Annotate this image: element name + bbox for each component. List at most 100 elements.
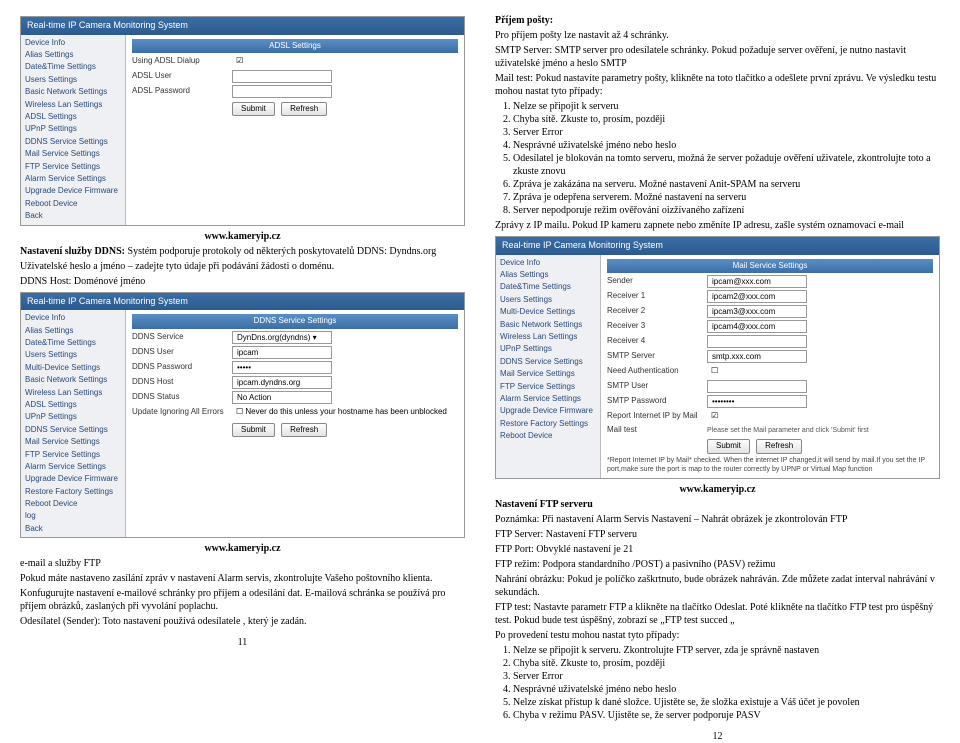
sidebar-item[interactable]: Alarm Service Settings bbox=[21, 173, 125, 185]
sidebar-item[interactable]: Users Settings bbox=[21, 349, 125, 361]
refresh-button[interactable]: Refresh bbox=[281, 423, 327, 437]
sidebar-item[interactable]: Back bbox=[21, 210, 125, 222]
field-input[interactable]: ☐ bbox=[707, 365, 722, 378]
field-label: Receiver 4 bbox=[607, 336, 707, 346]
form-row: DDNS Useripcam bbox=[132, 346, 458, 359]
field-input[interactable]: ipcam2@xxx.com bbox=[707, 290, 807, 303]
field-input[interactable]: •••••••• bbox=[707, 395, 807, 408]
sidebar-item[interactable]: Users Settings bbox=[21, 74, 125, 86]
submit-button[interactable]: Submit bbox=[232, 423, 275, 437]
field-input[interactable]: ipcam3@xxx.com bbox=[707, 305, 807, 318]
list-item: Chyba sítě. Zkuste to, prosím, později bbox=[513, 657, 940, 670]
sidebar-item[interactable]: Wireless Lan Settings bbox=[21, 387, 125, 399]
paragraph: Mail test: Pokud nastavíte parametry poš… bbox=[495, 72, 940, 98]
sidebar-item[interactable]: Upgrade Device Firmware bbox=[21, 185, 125, 197]
sidebar-item[interactable]: Mail Service Settings bbox=[496, 368, 600, 380]
sidebar-item[interactable]: Date&Time Settings bbox=[21, 61, 125, 73]
field-input[interactable]: ipcam bbox=[232, 346, 332, 359]
sidebar-item[interactable]: UPnP Settings bbox=[21, 411, 125, 423]
sidebar-item[interactable]: Reboot Device bbox=[496, 430, 600, 442]
sidebar-item[interactable]: Restore Factory Settings bbox=[496, 418, 600, 430]
refresh-button[interactable]: Refresh bbox=[281, 102, 327, 116]
form-row: Report Internet IP by Mail☑ bbox=[607, 410, 933, 423]
sidebar-item[interactable]: Multi-Device Settings bbox=[21, 362, 125, 374]
sidebar-item[interactable]: Users Settings bbox=[496, 294, 600, 306]
sidebar-item[interactable]: Alias Settings bbox=[21, 325, 125, 337]
sidebar-item[interactable]: FTP Service Settings bbox=[496, 381, 600, 393]
sidebar-item[interactable]: Reboot Device bbox=[21, 498, 125, 510]
field-input[interactable]: ☑ bbox=[232, 55, 247, 68]
field-label: Using ADSL Dialup bbox=[132, 56, 232, 66]
submit-button[interactable]: Submit bbox=[707, 439, 750, 453]
sidebar-item[interactable]: Restore Factory Settings bbox=[21, 486, 125, 498]
sidebar-item[interactable]: DDNS Service Settings bbox=[496, 356, 600, 368]
form-row: Update Ignoring All Errors☐ Never do thi… bbox=[132, 406, 458, 419]
sidebar-item[interactable]: log bbox=[21, 510, 125, 522]
sidebar-item[interactable]: Wireless Lan Settings bbox=[21, 99, 125, 111]
field-input[interactable]: ••••• bbox=[232, 361, 332, 374]
sidebar-item[interactable]: FTP Service Settings bbox=[21, 161, 125, 173]
sidebar-item[interactable]: Basic Network Settings bbox=[21, 86, 125, 98]
list-item: Server nepodporuje režim ověřování oizží… bbox=[513, 204, 940, 217]
field-input[interactable] bbox=[232, 70, 332, 83]
field-input[interactable]: DynDns.org(dyndns) ▾ bbox=[232, 331, 332, 344]
paragraph: Konfugurujte nastavení e-mailové schránk… bbox=[20, 587, 465, 613]
sidebar-item[interactable]: DDNS Service Settings bbox=[21, 136, 125, 148]
paragraph: DDNS Host: Doménové jméno bbox=[20, 275, 465, 288]
field-label: Receiver 1 bbox=[607, 291, 707, 301]
sidebar-item[interactable]: Alarm Service Settings bbox=[21, 461, 125, 473]
sidebar-item[interactable]: Basic Network Settings bbox=[496, 319, 600, 331]
sidebar-item[interactable]: Upgrade Device Firmware bbox=[21, 473, 125, 485]
sidebar-item[interactable]: Multi-Device Settings bbox=[496, 306, 600, 318]
field-label: SMTP User bbox=[607, 381, 707, 391]
field-input[interactable]: ipcam4@xxx.com bbox=[707, 320, 807, 333]
sidebar-item[interactable]: ADSL Settings bbox=[21, 111, 125, 123]
field-label: Report Internet IP by Mail bbox=[607, 411, 707, 421]
heading: Nastavení FTP serveru bbox=[495, 498, 940, 511]
sidebar-item[interactable]: Reboot Device bbox=[21, 198, 125, 210]
field-input[interactable]: smtp.xxx.com bbox=[707, 350, 807, 363]
form-row: ADSL User bbox=[132, 70, 458, 83]
field-input[interactable] bbox=[707, 380, 807, 393]
sidebar-item[interactable]: FTP Service Settings bbox=[21, 449, 125, 461]
sidebar-item[interactable]: Alias Settings bbox=[496, 269, 600, 281]
sidebar-item[interactable]: Device Info bbox=[21, 312, 125, 324]
field-input[interactable]: No Action bbox=[232, 391, 332, 404]
sidebar-item[interactable]: Alarm Service Settings bbox=[496, 393, 600, 405]
paragraph: Nastavení služby DDNS: Nastavení služby … bbox=[20, 245, 465, 258]
field-input[interactable] bbox=[232, 85, 332, 98]
sidebar-item[interactable]: Device Info bbox=[496, 257, 600, 269]
field-label: Update Ignoring All Errors bbox=[132, 407, 232, 417]
form-row: SMTP Password•••••••• bbox=[607, 395, 933, 408]
sidebar-item[interactable]: UPnP Settings bbox=[496, 343, 600, 355]
sidebar-item[interactable]: Mail Service Settings bbox=[21, 436, 125, 448]
sidebar-item[interactable]: UPnP Settings bbox=[21, 123, 125, 135]
sidebar-item[interactable]: Device Info bbox=[21, 37, 125, 49]
field-label: DDNS Status bbox=[132, 392, 232, 402]
refresh-button[interactable]: Refresh bbox=[756, 439, 802, 453]
sidebar-item[interactable]: DDNS Service Settings bbox=[21, 424, 125, 436]
field-input[interactable]: ☐ Never do this unless your hostname has… bbox=[232, 406, 451, 419]
field-input[interactable]: ipcam.dyndns.org bbox=[232, 376, 332, 389]
field-input[interactable]: ☑ bbox=[707, 410, 722, 423]
sidebar-item[interactable]: Upgrade Device Firmware bbox=[496, 405, 600, 417]
field-input[interactable] bbox=[707, 335, 807, 348]
screenshot-adsl-settings: Real-time IP Camera Monitoring System De… bbox=[20, 16, 465, 226]
sidebar-item[interactable]: Mail Service Settings bbox=[21, 148, 125, 160]
sidebar-item[interactable]: Date&Time Settings bbox=[21, 337, 125, 349]
field-label: DDNS Password bbox=[132, 362, 232, 372]
sidebar-item[interactable]: Basic Network Settings bbox=[21, 374, 125, 386]
field-label: DDNS Service bbox=[132, 332, 232, 342]
sidebar-item[interactable]: Wireless Lan Settings bbox=[496, 331, 600, 343]
paragraph: e-mail a služby FTP bbox=[20, 557, 465, 570]
sidebar-item[interactable]: Back bbox=[21, 523, 125, 535]
submit-button[interactable]: Submit bbox=[232, 102, 275, 116]
field-input[interactable]: ipcam@xxx.com bbox=[707, 275, 807, 288]
sidebar-item[interactable]: Date&Time Settings bbox=[496, 281, 600, 293]
heading: Příjem pošty: bbox=[495, 14, 940, 27]
form-row: Using ADSL Dialup☑ bbox=[132, 55, 458, 68]
page-number: 11 bbox=[20, 636, 465, 649]
field-label: DDNS User bbox=[132, 347, 232, 357]
sidebar-item[interactable]: ADSL Settings bbox=[21, 399, 125, 411]
sidebar-item[interactable]: Alias Settings bbox=[21, 49, 125, 61]
